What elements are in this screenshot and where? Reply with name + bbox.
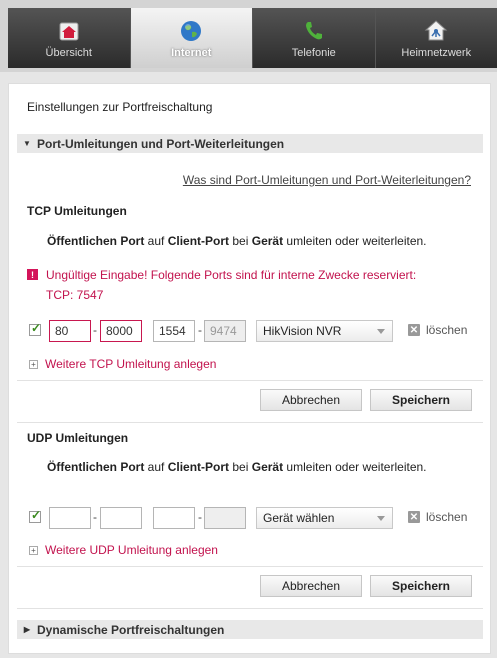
port-range-dash: -: [198, 510, 202, 524]
udp-public-port-to[interactable]: [100, 507, 142, 529]
add-tcp-forwarding-link[interactable]: + Weitere TCP Umleitung anlegen: [29, 357, 216, 371]
udp-client-port-to: [204, 507, 246, 529]
tab-telefonie-label: Telefonie: [291, 47, 336, 59]
udp-device-select[interactable]: Gerät wählen: [256, 507, 393, 529]
phone-icon: [305, 22, 322, 40]
divider: [17, 566, 483, 567]
tcp-description: Öffentlichen Port auf Client-Port bei Ge…: [47, 234, 427, 248]
delete-icon[interactable]: ✕: [408, 511, 420, 523]
help-link-port-forwarding[interactable]: Was sind Port-Umleitungen und Port-Weite…: [183, 173, 471, 187]
tcp-forwarding-row: ✓ 80 - 8000 1554 - 9474 HikVision NVR ✕ …: [29, 320, 479, 342]
plus-icon: +: [29, 545, 38, 555]
warning-icon: !: [27, 269, 38, 280]
home-icon: [59, 22, 79, 41]
tcp-title: TCP Umleitungen: [27, 204, 127, 218]
section-dynamic-label: Dynamische Portfreischaltungen: [37, 622, 225, 637]
tcp-public-port-to[interactable]: 8000: [100, 320, 142, 342]
tcp-cancel-button[interactable]: Abbrechen: [260, 389, 362, 411]
tcp-client-port-to: 9474: [204, 320, 246, 342]
add-udp-forwarding-label: Weitere UDP Umleitung anlegen: [45, 543, 218, 557]
tab-internet-label: Internet: [171, 47, 212, 59]
checkmark-icon: ✓: [31, 321, 42, 335]
udp-client-port-from[interactable]: [153, 507, 195, 529]
chevron-down-icon: [377, 329, 385, 334]
home-network-icon: [424, 20, 448, 41]
tab-uebersicht[interactable]: Übersicht: [8, 8, 131, 68]
section-port-forwarding-header[interactable]: ▼ Port-Umleitungen und Port-Weiterleitun…: [17, 134, 483, 153]
tcp-client-port-from[interactable]: 1554: [153, 320, 195, 342]
udp-cancel-button[interactable]: Abbrechen: [260, 575, 362, 597]
section-port-forwarding-label: Port-Umleitungen und Port-Weiterleitunge…: [37, 136, 285, 151]
tab-internet[interactable]: Internet: [130, 8, 253, 68]
port-range-dash: -: [93, 323, 97, 337]
tcp-save-button[interactable]: Speichern: [370, 389, 472, 411]
tcp-desc-text: auf: [144, 234, 168, 248]
page-title: Einstellungen zur Portfreischaltung: [27, 100, 213, 114]
udp-desc-text: umleiten oder weiterleiten.: [283, 460, 427, 474]
udp-public-port-from[interactable]: [49, 507, 91, 529]
tcp-desc-client-port: Client-Port: [167, 234, 230, 248]
checkmark-icon: ✓: [31, 508, 42, 522]
tcp-delete-link[interactable]: löschen: [426, 323, 467, 337]
udp-description: Öffentlichen Port auf Client-Port bei Ge…: [47, 460, 427, 474]
plus-icon: +: [29, 359, 38, 369]
tcp-device-select[interactable]: HikVision NVR: [256, 320, 393, 342]
expand-triangle-icon: ▶: [23, 625, 31, 634]
tcp-device-select-value: HikVision NVR: [263, 324, 342, 338]
chevron-down-icon: [377, 516, 385, 521]
udp-row-checkbox[interactable]: ✓: [29, 508, 42, 523]
section-dynamic-header[interactable]: ▶ Dynamische Portfreischaltungen: [17, 620, 483, 639]
udp-delete-link[interactable]: löschen: [426, 510, 467, 524]
main-panel: Einstellungen zur Portfreischaltung ▼ Po…: [8, 83, 491, 654]
divider: [17, 380, 483, 381]
tab-heimnetzwerk-label: Heimnetzwerk: [401, 47, 472, 59]
udp-desc-client-port: Client-Port: [167, 460, 230, 474]
nav-bar: Übersicht Internet Telefonie Heimnetzwer…: [8, 8, 497, 68]
tcp-warning: ! Ungültige Eingabe! Folgende Ports sind…: [27, 265, 416, 305]
udp-title: UDP Umleitungen: [27, 431, 129, 445]
tcp-warning-line2: TCP: 7547: [46, 288, 104, 302]
port-range-dash: -: [93, 510, 97, 524]
divider: [17, 422, 483, 423]
tcp-public-port-from[interactable]: 80: [49, 320, 91, 342]
globe-icon: [181, 21, 202, 41]
top-navigation: Übersicht Internet Telefonie Heimnetzwer…: [0, 0, 497, 72]
udp-save-button[interactable]: Speichern: [370, 575, 472, 597]
udp-forwarding-row: ✓ - - Gerät wählen ✕ löschen: [29, 507, 479, 529]
tcp-desc-text: umleiten oder weiterleiten.: [283, 234, 427, 248]
tab-uebersicht-label: Übersicht: [45, 47, 92, 59]
udp-desc-public-port: Öffentlichen Port: [47, 460, 145, 474]
tcp-desc-text: bei: [229, 234, 252, 248]
port-range-dash: -: [198, 323, 202, 337]
tab-telefonie[interactable]: Telefonie: [253, 8, 376, 68]
add-tcp-forwarding-label: Weitere TCP Umleitung anlegen: [45, 357, 217, 371]
divider: [17, 608, 483, 609]
tcp-warning-line1: Ungültige Eingabe! Folgende Ports sind f…: [46, 268, 417, 282]
udp-desc-text: auf: [144, 460, 168, 474]
udp-desc-text: bei: [229, 460, 252, 474]
collapse-triangle-icon: ▼: [23, 139, 31, 148]
delete-icon[interactable]: ✕: [408, 324, 420, 336]
udp-desc-device: Gerät: [251, 460, 284, 474]
add-udp-forwarding-link[interactable]: + Weitere UDP Umleitung anlegen: [29, 543, 218, 557]
tcp-row-checkbox[interactable]: ✓: [29, 321, 42, 336]
tcp-desc-public-port: Öffentlichen Port: [47, 234, 145, 248]
tcp-desc-device: Gerät: [251, 234, 284, 248]
tab-heimnetzwerk[interactable]: Heimnetzwerk: [375, 8, 497, 68]
udp-device-select-value: Gerät wählen: [263, 511, 335, 525]
